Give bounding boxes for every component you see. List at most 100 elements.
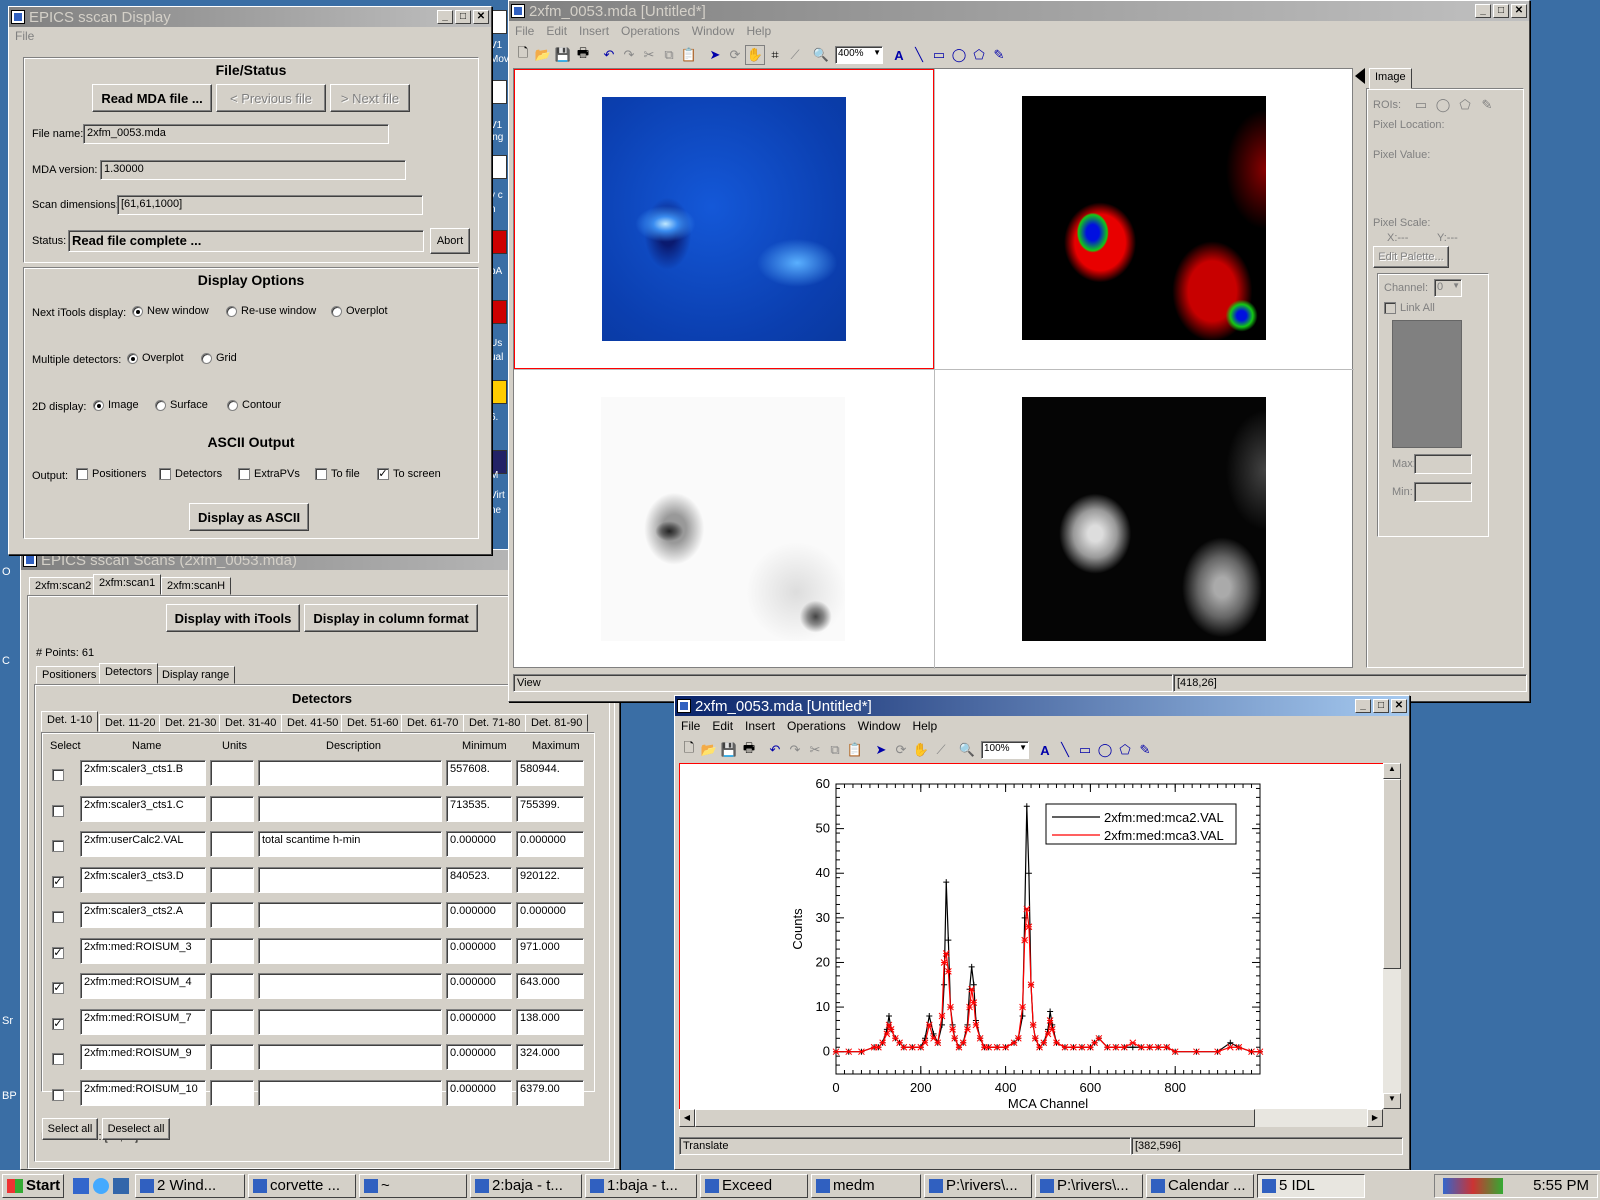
tab-display-range[interactable]: Display range xyxy=(156,666,236,684)
maximize-button[interactable]: □ xyxy=(455,10,471,24)
detector-units-field[interactable] xyxy=(210,937,254,964)
menu-edit[interactable]: Edit xyxy=(540,24,573,38)
detector-description-field[interactable] xyxy=(258,795,442,822)
menu-window[interactable]: Window xyxy=(852,719,907,733)
mda-version-field[interactable]: 1.30000 xyxy=(100,160,406,180)
menu-operations[interactable]: Operations xyxy=(781,719,852,733)
zoom-select[interactable]: 100% ▼ xyxy=(981,741,1029,759)
taskbar-item[interactable]: Calendar ... xyxy=(1146,1173,1254,1198)
radio-contour[interactable]: Contour xyxy=(227,399,281,411)
detector-name-field[interactable]: 2xfm:med:ROISUM_3 xyxy=(80,937,206,964)
polygon-tool-icon[interactable]: ⬠ xyxy=(969,45,989,65)
image-cell-2[interactable] xyxy=(934,69,1354,369)
det-tab[interactable]: Det. 61-70 xyxy=(401,714,465,732)
paste-icon[interactable]: 📋 xyxy=(845,740,865,760)
panel-collapse-arrow[interactable] xyxy=(1355,68,1365,84)
rotate-icon[interactable]: ⟳ xyxy=(891,740,911,760)
detector-description-field[interactable] xyxy=(258,902,442,928)
tab-positioners[interactable]: Positioners xyxy=(36,666,103,684)
taskbar-item[interactable]: P:\rivers\... xyxy=(924,1173,1032,1198)
paste-icon[interactable]: 📋 xyxy=(679,45,699,65)
det-tab[interactable]: Det. 31-40 xyxy=(219,714,283,732)
desktop-icon[interactable] xyxy=(491,155,507,179)
tab-scan1[interactable]: 2xfm:scan1 xyxy=(93,574,162,595)
detector-name-field[interactable]: 2xfm:med:ROISUM_9 xyxy=(80,1044,206,1070)
plot-canvas[interactable]: 0 200 400 600 800 0 10 20 30 40 50 60 MCA Channel Cou… xyxy=(679,763,1383,1109)
redo-icon[interactable]: ↷ xyxy=(785,740,805,760)
detector-description-field[interactable] xyxy=(258,866,442,893)
open-icon[interactable]: 📂 xyxy=(699,740,719,760)
menu-file[interactable]: File xyxy=(675,719,706,733)
det-tab[interactable]: Det. 41-50 xyxy=(281,714,345,732)
detector-minimum-field[interactable]: 0.000000 xyxy=(446,937,512,964)
roi-rectangle-icon[interactable]: ▭ xyxy=(1411,95,1431,115)
detector-units-field[interactable] xyxy=(210,831,254,857)
check-to-screen[interactable]: ✓ To screen xyxy=(377,468,441,480)
cut-icon[interactable]: ✂ xyxy=(805,740,825,760)
tab-scan2[interactable]: 2xfm:scan2 xyxy=(29,577,98,595)
menu-window[interactable]: Window xyxy=(686,24,741,38)
taskbar-item[interactable]: 1:baja - t... xyxy=(585,1173,697,1198)
line-profile-icon[interactable]: ⟋ xyxy=(785,45,805,65)
detector-maximum-field[interactable]: 324.000 xyxy=(516,1044,584,1070)
image-cell-1[interactable] xyxy=(514,69,934,369)
abort-button[interactable]: Abort xyxy=(430,228,470,254)
max-field[interactable] xyxy=(1414,454,1472,474)
detector-description-field[interactable] xyxy=(258,1008,442,1035)
file-name-field[interactable]: 2xfm_0053.mda xyxy=(83,124,389,144)
detector-units-field[interactable] xyxy=(210,760,254,786)
detector-units-field[interactable] xyxy=(210,1008,254,1035)
undo-icon[interactable]: ↶ xyxy=(765,740,785,760)
det-tab[interactable]: Det. 1-10 xyxy=(41,711,99,732)
desktop-icon[interactable] xyxy=(491,380,507,404)
select-checkbox[interactable]: ✓ xyxy=(52,875,64,888)
copy-icon[interactable]: ⧉ xyxy=(825,740,845,760)
crop-icon[interactable]: ⌗ xyxy=(765,45,785,65)
menu-edit[interactable]: Edit xyxy=(706,719,739,733)
detector-minimum-field[interactable]: 0.000000 xyxy=(446,902,512,928)
outlook-icon[interactable] xyxy=(113,1177,129,1194)
pdf-icon[interactable] xyxy=(491,300,507,324)
copy-icon[interactable]: ⧉ xyxy=(659,45,679,65)
taskbar-item[interactable]: 5 IDL xyxy=(1257,1173,1365,1198)
read-mda-button[interactable]: Read MDA file ... xyxy=(92,84,212,112)
previous-file-button[interactable]: < Previous file xyxy=(216,84,326,112)
roi-freehand-icon[interactable]: ✎ xyxy=(1477,95,1497,115)
detector-name-field[interactable]: 2xfm:med:ROISUM_7 xyxy=(80,1008,206,1035)
title-bar[interactable]: EPICS sscan Display _ □ ✕ xyxy=(9,7,491,27)
roi-polygon-icon[interactable]: ⬠ xyxy=(1455,95,1475,115)
vertical-scrollbar[interactable]: ▲ ▼ xyxy=(1383,763,1401,1109)
channel-select[interactable]: 0 ▼ xyxy=(1434,279,1462,297)
check-extrapvs[interactable]: ExtraPVs xyxy=(238,468,300,480)
detector-maximum-field[interactable]: 0.000000 xyxy=(516,831,584,857)
xrf-image-rainbow[interactable] xyxy=(1022,96,1266,340)
check-detectors[interactable]: Detectors xyxy=(159,468,222,480)
detector-units-field[interactable] xyxy=(210,1044,254,1070)
scroll-down-arrow[interactable]: ▼ xyxy=(1383,1093,1401,1109)
det-tab[interactable]: Det. 11-20 xyxy=(99,714,162,732)
min-field[interactable] xyxy=(1414,482,1472,502)
select-arrow-icon[interactable]: ➤ xyxy=(871,740,891,760)
taskbar-item[interactable]: medm xyxy=(811,1173,921,1198)
radio-image[interactable]: Image xyxy=(93,399,139,411)
freehand-tool-icon[interactable]: ✎ xyxy=(1135,740,1155,760)
detector-description-field[interactable] xyxy=(258,973,442,999)
tab-detectors[interactable]: Detectors xyxy=(99,663,159,684)
detector-minimum-field[interactable]: 713535. xyxy=(446,795,512,822)
scroll-left-arrow[interactable]: ◀ xyxy=(679,1109,695,1127)
det-tab[interactable]: Det. 21-30 xyxy=(159,714,223,732)
detector-minimum-field[interactable]: 557608. xyxy=(446,760,512,786)
browser-icon[interactable] xyxy=(93,1177,109,1194)
detector-maximum-field[interactable]: 755399. xyxy=(516,795,584,822)
display-ascii-button[interactable]: Display as ASCII xyxy=(189,503,309,531)
next-file-button[interactable]: > Next file xyxy=(330,84,410,112)
select-checkbox[interactable]: ✓ xyxy=(52,982,64,994)
radio-grid[interactable]: Grid xyxy=(201,352,237,364)
radio-surface[interactable]: Surface xyxy=(155,399,208,411)
detector-description-field[interactable] xyxy=(258,1079,442,1106)
xrf-image-blue[interactable] xyxy=(602,97,846,341)
select-arrow-icon[interactable]: ➤ xyxy=(705,45,725,65)
pdf-icon[interactable] xyxy=(491,230,507,254)
polygon-tool-icon[interactable]: ⬠ xyxy=(1115,740,1135,760)
open-icon[interactable]: 📂 xyxy=(533,45,553,65)
